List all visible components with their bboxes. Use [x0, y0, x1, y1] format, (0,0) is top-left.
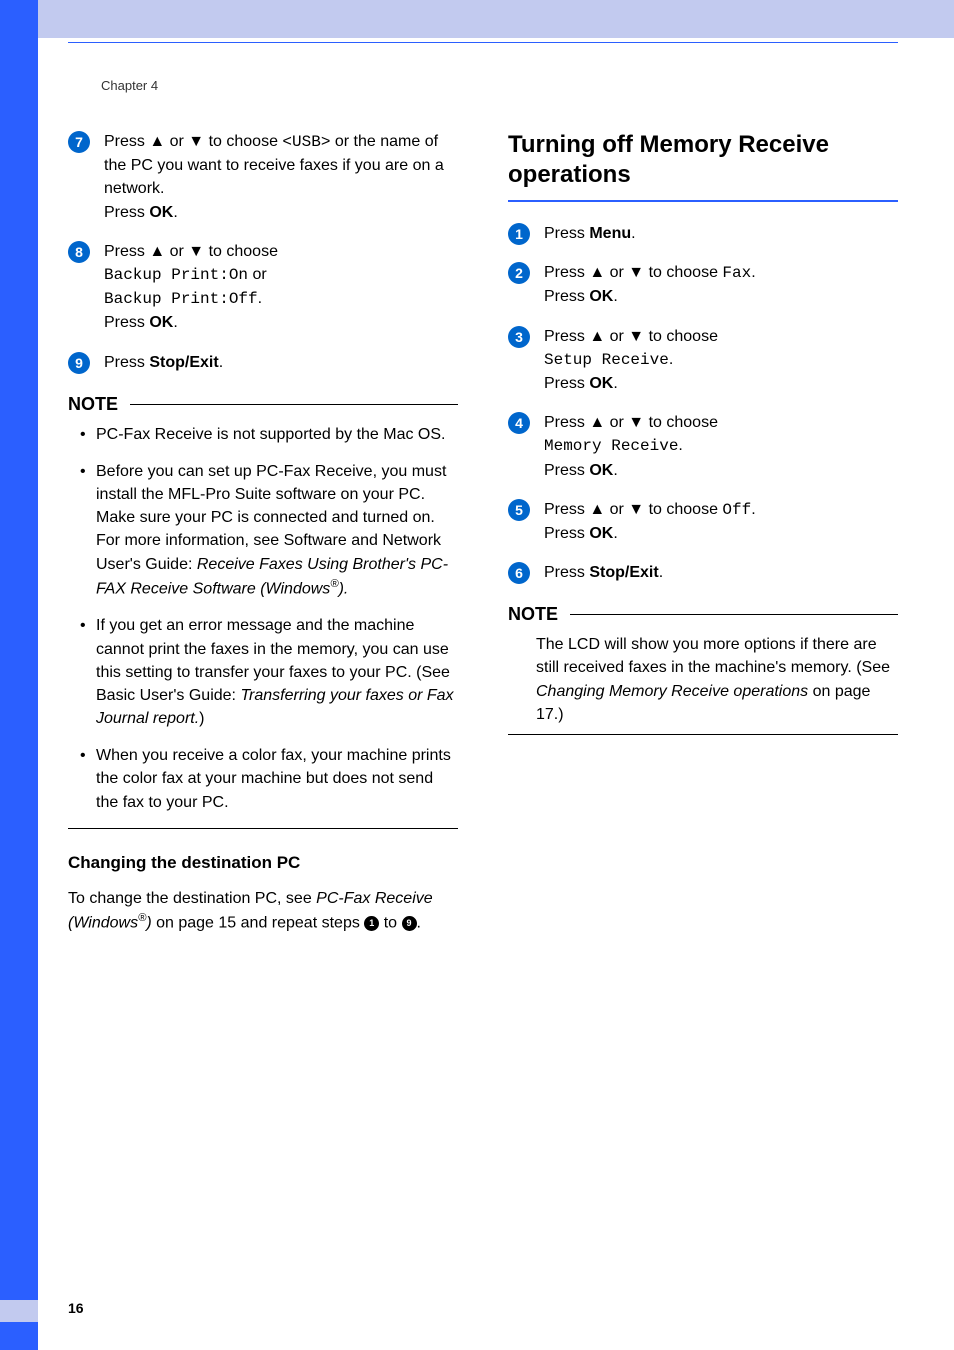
step-number-icon: 2: [508, 262, 530, 284]
step-number-icon: 6: [508, 562, 530, 584]
sidebar-page-accent: [0, 1300, 38, 1322]
step-number-icon: 4: [508, 412, 530, 434]
header-rule: [68, 42, 898, 43]
note-header: NOTE: [68, 394, 458, 415]
note-header: NOTE: [508, 604, 898, 625]
left-column: 7 Press ▲ or ▼ to choose <USB> or the na…: [68, 130, 458, 935]
step-7: 7 Press ▲ or ▼ to choose <USB> or the na…: [68, 130, 458, 224]
note-item: PC-Fax Receive is not supported by the M…: [96, 423, 458, 446]
sidebar-accent: [0, 0, 38, 1350]
step-4: 4 Press ▲ or ▼ to choose Memory Receive.…: [508, 411, 898, 482]
heading-turning-off: Turning off Memory Receive operations: [508, 130, 898, 190]
note-label: NOTE: [508, 604, 558, 625]
note-item: When you receive a color fax, your machi…: [96, 744, 458, 814]
step-8: 8 Press ▲ or ▼ to choose Backup Print:On…: [68, 240, 458, 335]
step-body: Press Menu.: [544, 222, 636, 245]
step-body: Press Stop/Exit.: [544, 561, 663, 584]
note-end-rule: [508, 734, 898, 735]
step-3: 3 Press ▲ or ▼ to choose Setup Receive. …: [508, 325, 898, 396]
paragraph: To change the destination PC, see PC-Fax…: [68, 887, 458, 935]
step-body: Press ▲ or ▼ to choose Setup Receive. Pr…: [544, 325, 718, 396]
step-number-icon: 3: [508, 326, 530, 348]
note-body: PC-Fax Receive is not supported by the M…: [68, 423, 458, 814]
step-body: Press ▲ or ▼ to choose Off. Press OK.: [544, 498, 756, 545]
note-rule: [570, 614, 898, 615]
step-5: 5 Press ▲ or ▼ to choose Off. Press OK.: [508, 498, 898, 545]
step-2: 2 Press ▲ or ▼ to choose Fax. Press OK.: [508, 261, 898, 308]
step-1: 1 Press Menu.: [508, 222, 898, 245]
step-number-icon: 8: [68, 241, 90, 263]
page-content: 7 Press ▲ or ▼ to choose <USB> or the na…: [68, 130, 898, 935]
step-body: Press ▲ or ▼ to choose Backup Print:On o…: [104, 240, 278, 335]
note-rule: [130, 404, 458, 405]
step-body: Press ▲ or ▼ to choose <USB> or the name…: [104, 130, 458, 224]
step-body: Press ▲ or ▼ to choose Fax. Press OK.: [544, 261, 756, 308]
note-item: If you get an error message and the mach…: [96, 614, 458, 730]
step-number-icon: 9: [68, 352, 90, 374]
top-accent-bar: [38, 0, 954, 38]
right-column: Turning off Memory Receive operations 1 …: [508, 130, 898, 935]
step-number-icon: 1: [508, 223, 530, 245]
step-number-icon: 5: [508, 499, 530, 521]
note-label: NOTE: [68, 394, 118, 415]
step-number-icon: 7: [68, 131, 90, 153]
step-body: Press ▲ or ▼ to choose Memory Receive. P…: [544, 411, 718, 482]
page-number: 16: [68, 1300, 84, 1316]
step-6: 6 Press Stop/Exit.: [508, 561, 898, 584]
note-body: The LCD will show you more options if th…: [508, 633, 898, 726]
step-ref-1-icon: 1: [364, 916, 379, 931]
subheading-changing-pc: Changing the destination PC: [68, 853, 458, 873]
step-body: Press Stop/Exit.: [104, 351, 223, 374]
note-end-rule: [68, 828, 458, 829]
step-ref-9-icon: 9: [402, 916, 417, 931]
note-item: Before you can set up PC-Fax Receive, yo…: [96, 460, 458, 600]
step-9: 9 Press Stop/Exit.: [68, 351, 458, 374]
chapter-label: Chapter 4: [101, 78, 158, 93]
heading-rule: [508, 200, 898, 202]
